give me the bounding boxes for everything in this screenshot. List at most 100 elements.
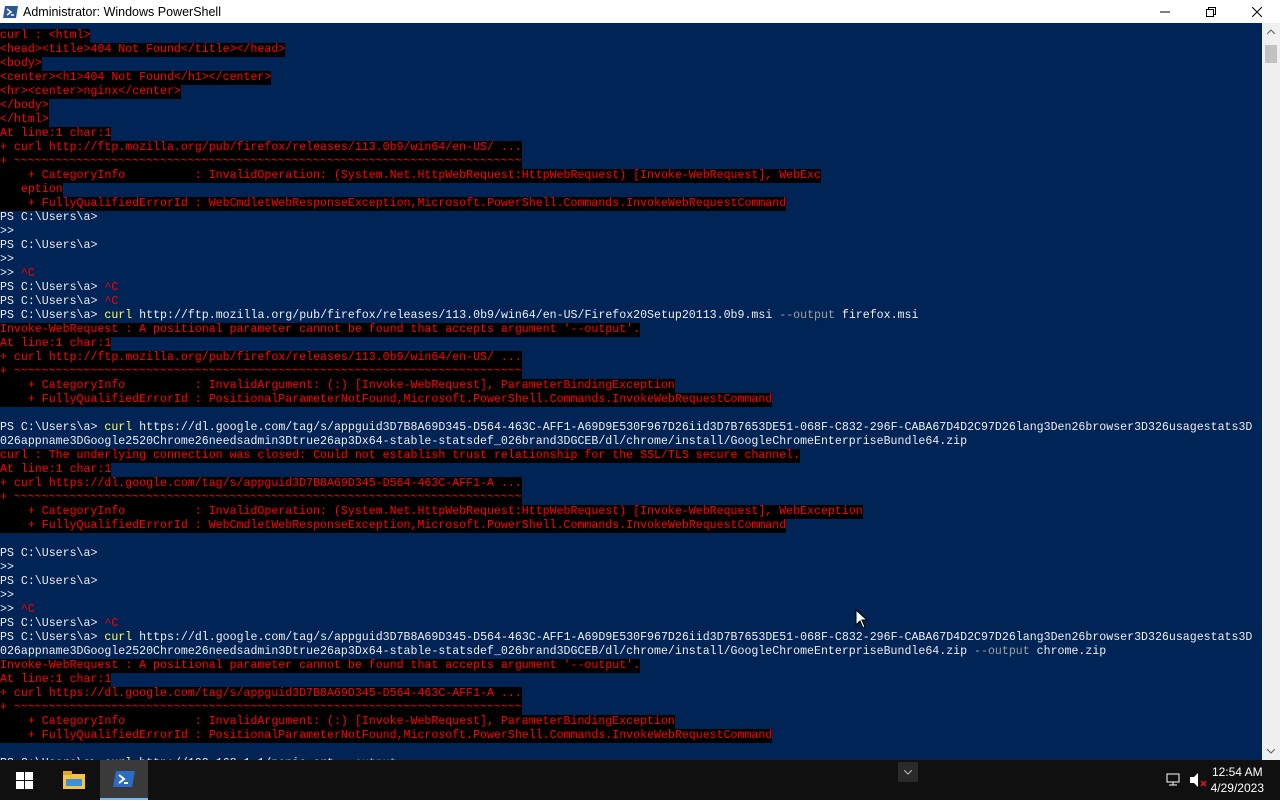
console-line: eption [0,183,63,197]
console-text: + curl http://ftp.mozilla.org/pub/firefo… [0,351,522,364]
console-text: + ~~~~~~~~~~~~~~~~~~~~~~~~~~~~~~~~~~~~~~… [0,701,522,714]
console-text: ^C [104,295,119,308]
volume-tray-button[interactable] [1188,760,1210,800]
console-text: https://dl.google.com/tag/s/appguid3D7B8… [139,421,1253,434]
taskbar: 12:54 AM 4/29/2023 [0,760,1280,800]
console-line: <hr><center>nginx</center> [0,85,181,99]
restore-button[interactable] [1188,0,1234,23]
console-text: + CategoryInfo : InvalidOperation: (Syst… [0,169,821,182]
console-line: <body> [0,57,42,71]
console-line: </body> [0,99,49,113]
console-line: PS C:\Users\a> [0,547,98,561]
console-text: Invoke-WebRequest : A positional paramet… [0,323,641,336]
chevron-down-icon [1267,749,1275,754]
console-line: + FullyQualifiedErrorId : PositionalPara… [0,393,773,407]
console-line: + CategoryInfo : InvalidOperation: (Syst… [0,169,821,183]
window-title: Administrator: Windows PowerShell [23,4,221,19]
console-line: >> ^C [0,603,35,617]
console-line: 026appname3DGoogle2520Chrome26needsadmin… [0,435,968,449]
console-text: </html> [0,113,49,126]
window-controls [1142,0,1280,23]
console-text: + FullyQualifiedErrorId : PositionalPara… [0,729,773,742]
console-output[interactable]: curl : <html> <head><title>404 Not Found<… [0,23,1262,760]
scrollbar-thumb[interactable] [1265,45,1277,63]
console-text: curl [104,421,140,434]
console-line: At line:1 char:1 [0,337,112,351]
console-line: + ~~~~~~~~~~~~~~~~~~~~~~~~~~~~~~~~~~~~~~… [0,701,522,715]
console-line: + curl https://dl.google.com/tag/s/appgu… [0,687,522,701]
console-text: At line:1 char:1 [0,673,112,686]
console-line: + CategoryInfo : InvalidOperation: (Syst… [0,505,863,519]
console-text: + ~~~~~~~~~~~~~~~~~~~~~~~~~~~~~~~~~~~~~~… [0,365,522,378]
console-text: --output [974,645,1037,658]
show-hidden-icons-button[interactable] [898,762,918,782]
console-line: PS C:\Users\a> curl https://dl.google.co… [0,421,1253,435]
console-line: PS C:\Users\a> ^C [0,617,119,631]
console-text: ^C [104,281,119,294]
console-line: >> ^C [0,267,35,281]
restore-icon [1206,6,1216,17]
console-text: curl [104,309,140,322]
console-text: PS C:\Users\a> [0,575,98,588]
console-text: <hr><center>nginx</center> [0,85,181,98]
console-line: PS C:\Users\a> ^C [0,281,119,295]
console-line: + ~~~~~~~~~~~~~~~~~~~~~~~~~~~~~~~~~~~~~~… [0,155,522,169]
console-text: + CategoryInfo : InvalidArgument: (:) [I… [0,379,675,392]
console-text: >> [0,267,21,280]
console-text: >> [0,589,14,602]
console-text: At line:1 char:1 [0,337,112,350]
console-text: PS C:\Users\a> [0,547,98,560]
minimize-button[interactable] [1142,0,1188,23]
console-text: + FullyQualifiedErrorId : PositionalPara… [0,393,773,406]
console-line: At line:1 char:1 [0,463,112,477]
console-text: PS C:\Users\a> [0,617,105,630]
chevron-up-icon [1267,29,1275,34]
mouse-cursor-icon [855,609,869,629]
clock-time: 12:54 AM [1211,765,1263,779]
console-text: >> [0,225,14,238]
taskbar-file-explorer[interactable] [50,760,98,800]
console-line: At line:1 char:1 [0,127,112,141]
console-text: curl : <html> [0,29,91,42]
start-button[interactable] [0,760,48,800]
file-explorer-icon [63,771,85,789]
console-text: --output [779,309,842,322]
windows-start-icon [15,771,33,789]
title-bar[interactable]: Administrator: Windows PowerShell [0,0,1280,23]
console-line: curl : The underlying connection was clo… [0,449,801,463]
console-line: PS C:\Users\a> [0,211,98,225]
minimize-icon [1160,11,1170,12]
console-line: At line:1 char:1 [0,673,112,687]
volume-muted-icon [1190,773,1207,787]
console-line: PS C:\Users\a> ^C [0,295,119,309]
console-line: + ~~~~~~~~~~~~~~~~~~~~~~~~~~~~~~~~~~~~~~… [0,491,522,505]
close-button[interactable] [1234,0,1280,23]
console-text: eption [0,183,63,196]
scroll-up-button[interactable] [1262,23,1280,40]
close-icon [1252,6,1262,17]
console-line: >> [0,589,14,603]
console-line: </html> [0,113,49,127]
scroll-down-button[interactable] [1262,743,1280,760]
vertical-scrollbar[interactable] [1262,23,1280,760]
console-text: >> [0,603,21,616]
system-clock[interactable]: 12:54 AM 4/29/2023 [1211,764,1264,796]
network-tray-button[interactable] [1164,760,1184,800]
console-text: https://dl.google.com/tag/s/appguid3D7B8… [139,631,1253,644]
console-line: + curl http://ftp.mozilla.org/pub/firefo… [0,351,522,365]
console-text: + curl http://ftp.mozilla.org/pub/firefo… [0,141,522,154]
console-text: PS C:\Users\a> [0,239,98,252]
console-line: <head><title>404 Not Found</title></head… [0,43,286,57]
console-text: <body> [0,57,42,70]
console-text: ^C [20,603,35,616]
console-text: PS C:\Users\a> [0,295,105,308]
console-text: chrome.zip [1036,645,1107,658]
console-line: PS C:\Users\a> curl http://ftp.mozilla.o… [0,309,919,323]
taskbar-powershell[interactable] [100,760,148,800]
console-text: http://ftp.mozilla.org/pub/firefox/relea… [139,309,780,322]
console-line: <center><h1>404 Not Found</h1></center> [0,71,272,85]
console-line: >> [0,225,14,239]
console-text: ^C [20,267,35,280]
console-line: + CategoryInfo : InvalidArgument: (:) [I… [0,379,675,393]
console-text: PS C:\Users\a> [0,281,105,294]
